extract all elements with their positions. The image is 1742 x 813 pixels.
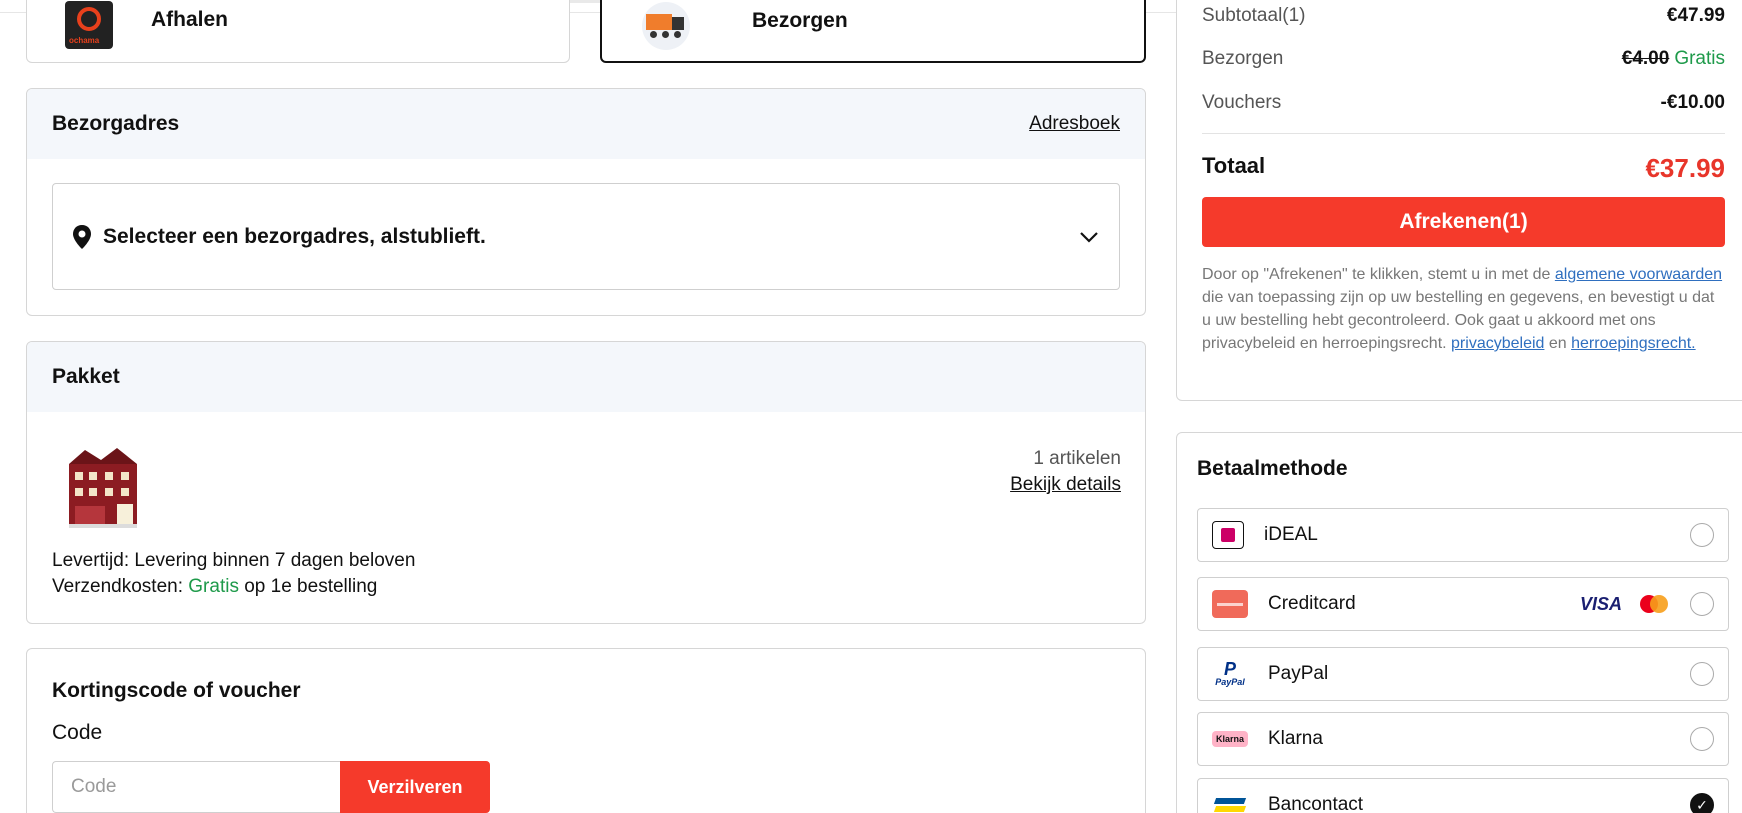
total-value: €37.99 [1645, 153, 1725, 183]
location-pin-icon [73, 224, 91, 249]
vouchers-value: -€10.00 [1660, 92, 1725, 113]
truck-icon [642, 2, 690, 50]
ochama-logo-icon: ochama [65, 1, 113, 49]
shipping-cost-label: Verzendkosten: [52, 576, 183, 597]
delivery-cost-row: Bezorgen €4.00 Gratis [1202, 48, 1725, 70]
delivery-time-label: Levertijd: [52, 550, 130, 571]
subtotal-value: €47.99 [1666, 5, 1725, 26]
payment-option-creditcard[interactable]: Creditcard VISA [1197, 577, 1729, 631]
delivery-time-line: Levertijd: Levering binnen 7 dagen belov… [52, 550, 415, 572]
package-details-link[interactable]: Bekijk details [1010, 474, 1121, 496]
payment-title: Betaalmethode [1197, 457, 1348, 480]
address-title: Bezorgadres [52, 112, 180, 135]
pickup-label: Afhalen [151, 8, 229, 31]
checkout-button[interactable]: Afrekenen(1) [1202, 197, 1725, 247]
radio-button-checked[interactable]: ✓ [1690, 793, 1714, 813]
vouchers-label: Vouchers [1202, 92, 1282, 113]
subtotal-label: Subtotaal(1) [1202, 5, 1306, 26]
radio-button[interactable] [1690, 727, 1714, 751]
address-book-link[interactable]: Adresboek [1029, 113, 1120, 135]
ideal-logo-icon [1212, 521, 1244, 549]
order-summary: Subtotaal(1) €47.99 Bezorgen €4.00 Gratis… [1176, 0, 1742, 401]
withdrawal-link[interactable]: herroepingsrecht. [1571, 335, 1696, 352]
shipping-cost-value: Gratis [188, 576, 239, 597]
mastercard-logo-icon [1640, 595, 1668, 613]
summary-divider [1202, 133, 1725, 134]
address-select[interactable]: Selecteer een bezorgadres, alstublieft. [52, 183, 1120, 290]
chevron-down-icon [1080, 231, 1098, 243]
shipping-cost-suffix: op 1e bestelling [244, 576, 378, 597]
address-panel-header: Bezorgadres Adresboek [27, 89, 1145, 159]
payment-option-klarna[interactable]: Klarna Klarna [1197, 712, 1729, 766]
delivery-cost-value: Gratis [1674, 48, 1725, 69]
package-title: Pakket [52, 365, 120, 388]
payment-label: PayPal [1268, 663, 1329, 684]
payment-label: iDEAL [1264, 524, 1318, 545]
payment-option-paypal[interactable]: P PayPal PayPal [1197, 647, 1729, 701]
total-label: Totaal [1202, 153, 1266, 178]
payment-option-ideal[interactable]: iDEAL [1197, 508, 1729, 562]
package-panel-header: Pakket [27, 342, 1145, 412]
radio-button[interactable] [1690, 523, 1714, 547]
voucher-code-input[interactable] [52, 761, 340, 813]
visa-logo-icon: VISA [1579, 593, 1622, 614]
delivery-option[interactable]: Bezorgen [600, 0, 1146, 63]
address-panel: Bezorgadres Adresboek Selecteer een bezo… [26, 88, 1146, 316]
pickup-option[interactable]: ochama Afhalen [26, 0, 570, 63]
radio-button[interactable] [1690, 592, 1714, 616]
payment-label: Klarna [1268, 728, 1323, 749]
vouchers-row: Vouchers -€10.00 [1202, 92, 1725, 114]
payment-method-panel: Betaalmethode iDEAL Creditcard VISA P Pa… [1176, 432, 1742, 813]
klarna-logo-icon: Klarna [1212, 731, 1248, 747]
package-panel: Pakket 1 artikelen Bekijk details Levert… [26, 341, 1146, 624]
delivery-time-value: Levering binnen 7 dagen beloven [134, 550, 416, 571]
radio-button[interactable] [1690, 662, 1714, 686]
bancontact-logo-icon [1212, 791, 1248, 813]
redeem-button[interactable]: Verzilveren [340, 761, 490, 813]
delivery-old-price: €4.00 [1621, 48, 1670, 69]
voucher-title: Kortingscode of voucher [52, 679, 301, 702]
privacy-link[interactable]: privacybeleid [1451, 335, 1544, 352]
card-brands: VISA [1580, 594, 1668, 615]
paypal-logo-icon: P PayPal [1215, 659, 1245, 687]
legal-notice: Door op "Afrekenen" te klikken, stemt u … [1202, 266, 1723, 352]
shipping-cost-line: Verzendkosten: Gratis op 1e bestelling [52, 576, 377, 598]
voucher-panel: Kortingscode of voucher Code Verzilveren [26, 648, 1146, 813]
delivery-cost-label: Bezorgen [1202, 48, 1284, 69]
total-row: Totaal €37.99 [1202, 153, 1725, 184]
delivery-label: Bezorgen [752, 9, 848, 32]
code-label: Code [52, 721, 103, 744]
product-thumbnail[interactable] [65, 446, 141, 530]
payment-label: Creditcard [1268, 593, 1356, 614]
package-item-count: 1 artikelen [1033, 448, 1121, 469]
subtotal-row: Subtotaal(1) €47.99 [1202, 5, 1725, 27]
address-placeholder: Selecteer een bezorgadres, alstublieft. [103, 224, 486, 248]
terms-link[interactable]: algemene voorwaarden [1555, 266, 1722, 283]
payment-option-bancontact[interactable]: Bancontact ✓ [1197, 778, 1729, 813]
creditcard-icon [1212, 590, 1248, 618]
payment-label: Bancontact [1268, 794, 1364, 813]
